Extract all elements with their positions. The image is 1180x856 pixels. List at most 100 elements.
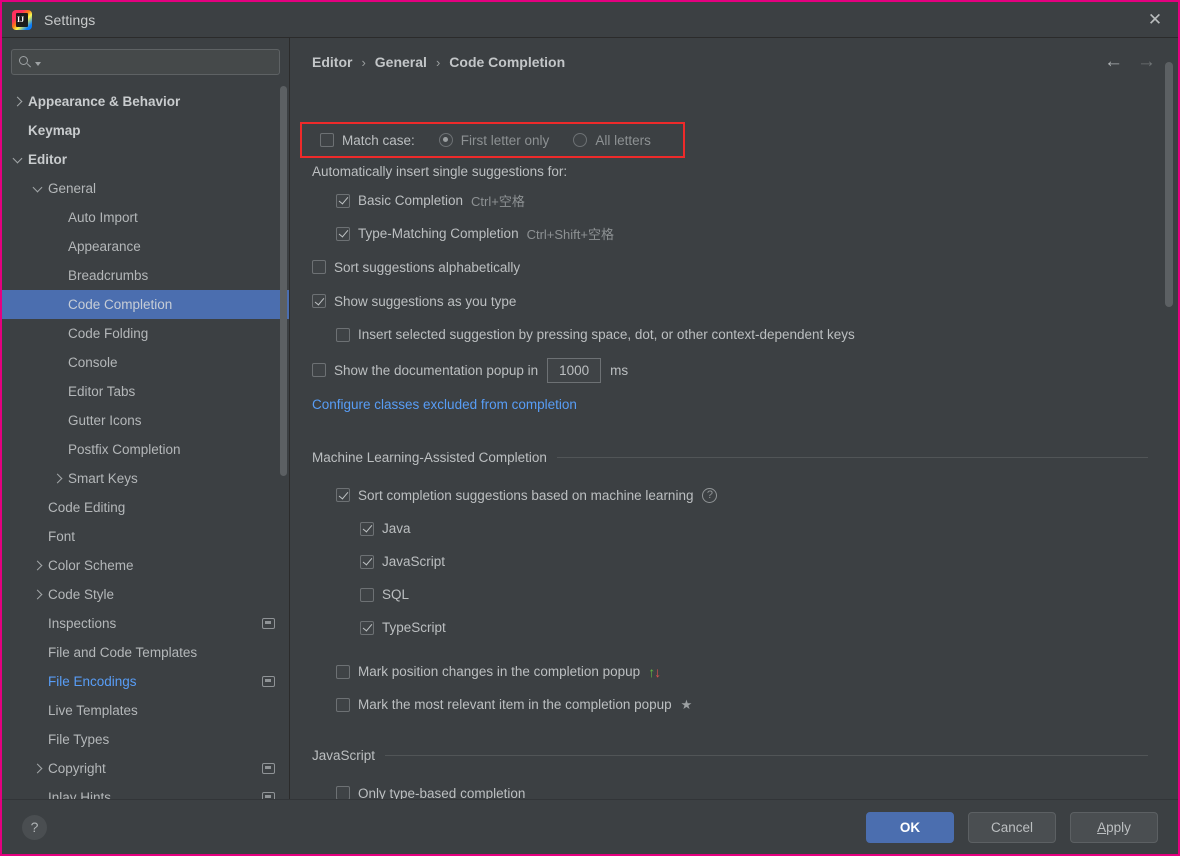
chevron-right-icon[interactable] — [32, 589, 44, 601]
sidebar-item-label: File and Code Templates — [48, 645, 198, 660]
apply-rest: pply — [1106, 819, 1131, 835]
sidebar-item-breadcrumbs[interactable]: Breadcrumbs — [2, 261, 289, 290]
sidebar-item-file-encodings[interactable]: File Encodings — [2, 667, 289, 696]
mark-relevant-checkbox[interactable] — [336, 697, 350, 712]
sidebar-item-editor[interactable]: Editor — [2, 145, 289, 174]
sidebar-item-inspections[interactable]: Inspections — [2, 609, 289, 638]
content-scrollbar[interactable] — [1165, 62, 1173, 307]
sidebar-item-editor-tabs[interactable]: Editor Tabs — [2, 377, 289, 406]
sidebar-item-code-completion[interactable]: Code Completion — [2, 290, 289, 319]
first-letter-only-radio[interactable] — [438, 133, 453, 147]
mark-position-checkbox[interactable] — [336, 664, 350, 679]
sidebar-item-color-scheme[interactable]: Color Scheme — [2, 551, 289, 580]
help-circle-icon[interactable]: ? — [702, 487, 718, 503]
sidebar-item-label: Color Scheme — [48, 558, 134, 573]
cancel-button[interactable]: Cancel — [968, 811, 1056, 843]
arrow-right-icon[interactable]: → — [1137, 52, 1156, 71]
sidebar-item-file-types[interactable]: File Types — [2, 725, 289, 754]
project-scope-icon — [262, 676, 275, 687]
sidebar-item-general[interactable]: General — [2, 174, 289, 203]
arrow-left-icon[interactable]: ← — [1104, 52, 1123, 71]
sidebar-item-label: File Types — [48, 732, 110, 747]
type-based-completion-checkbox[interactable] — [336, 786, 350, 799]
ok-button[interactable]: OK — [866, 811, 954, 843]
chevron-right-icon[interactable] — [32, 560, 44, 572]
ml-typescript-checkbox[interactable] — [360, 620, 374, 635]
project-scope-icon — [262, 763, 275, 774]
sidebar-item-postfix-completion[interactable]: Postfix Completion — [2, 435, 289, 464]
doc-popup-delay-input[interactable]: 1000 — [547, 357, 602, 383]
ml-sql-checkbox[interactable] — [360, 587, 374, 602]
sidebar-item-copyright[interactable]: Copyright — [2, 754, 289, 783]
chevron-right-icon[interactable] — [12, 96, 24, 108]
apply-button[interactable]: Apply — [1070, 811, 1158, 843]
sidebar-item-code-style[interactable]: Code Style — [2, 580, 289, 609]
sidebar-item-file-and-code-templates[interactable]: File and Code Templates — [2, 638, 289, 667]
doc-popup-row: Show the documentation popup in 1000 ms — [312, 351, 1148, 389]
insert-on-space-checkbox[interactable] — [336, 327, 350, 342]
sidebar-item-appearance[interactable]: Appearance — [2, 232, 289, 261]
sidebar-item-auto-import[interactable]: Auto Import — [2, 203, 289, 232]
breadcrumb-part-code-completion[interactable]: Code Completion — [449, 54, 565, 70]
sidebar-item-gutter-icons[interactable]: Gutter Icons — [2, 406, 289, 435]
ml-section-title: Machine Learning-Assisted Completion — [312, 449, 547, 465]
type-matching-completion-checkbox[interactable] — [336, 226, 350, 241]
all-letters-radio[interactable] — [573, 133, 588, 147]
type-based-label-post: ompletion — [466, 785, 526, 800]
chevron-right-icon[interactable] — [32, 763, 44, 775]
close-icon[interactable]: ✕ — [1132, 2, 1178, 37]
help-icon[interactable]: ? — [22, 814, 47, 840]
configure-excluded-classes-link[interactable]: Configure classes excluded from completi… — [312, 397, 577, 412]
all-letters-label: All letters — [595, 132, 651, 148]
breadcrumb-separator: › — [435, 54, 441, 70]
breadcrumb-part-editor[interactable]: Editor — [312, 54, 352, 70]
title-bar: Settings ✕ — [2, 2, 1178, 38]
sidebar-item-label: Code Editing — [48, 500, 126, 515]
chevron-right-icon[interactable] — [52, 473, 64, 485]
ml-typescript-label: TypeScript — [382, 620, 446, 635]
doc-popup-checkbox[interactable] — [312, 363, 326, 377]
sort-ml-checkbox[interactable] — [336, 488, 350, 502]
sidebar-item-smart-keys[interactable]: Smart Keys — [2, 464, 289, 493]
chevron-down-icon[interactable] — [12, 154, 24, 166]
search-input[interactable] — [41, 54, 279, 70]
type-matching-completion-shortcut: Ctrl+Shift+空格 — [526, 227, 614, 242]
window-title: Settings — [44, 11, 96, 28]
show-as-you-type-checkbox[interactable] — [312, 294, 326, 308]
sidebar-item-console[interactable]: Console — [2, 348, 289, 377]
doc-popup-unit-label: ms — [610, 362, 629, 378]
sort-alphabetically-checkbox[interactable] — [312, 260, 326, 274]
breadcrumb-separator: › — [361, 54, 366, 70]
breadcrumb-part-general[interactable]: General — [375, 54, 427, 70]
sidebar-item-label: Appearance & Behavior — [28, 94, 181, 109]
search-box[interactable] — [11, 49, 280, 75]
sidebar-item-code-editing[interactable]: Code Editing — [2, 493, 289, 522]
chevron-down-icon[interactable] — [32, 183, 44, 195]
sidebar-item-live-templates[interactable]: Live Templates — [2, 696, 289, 725]
sidebar-item-appearance-behavior[interactable]: Appearance & Behavior — [2, 87, 289, 116]
sidebar-item-keymap[interactable]: Keymap — [2, 116, 289, 145]
ml-java-checkbox[interactable] — [360, 521, 374, 536]
sidebar-item-label: Console — [68, 355, 118, 370]
sidebar-item-code-folding[interactable]: Code Folding — [2, 319, 289, 348]
sidebar-item-label: Auto Import — [68, 210, 138, 225]
ml-javascript-checkbox[interactable] — [360, 554, 374, 569]
mark-position-row: Mark position changes in the completion … — [312, 655, 1148, 688]
sidebar-item-font[interactable]: Font — [2, 522, 289, 551]
match-case-checkbox[interactable] — [320, 133, 334, 147]
basic-completion-checkbox[interactable] — [336, 193, 350, 208]
sidebar-scrollbar[interactable] — [280, 86, 287, 476]
settings-sidebar: Appearance & Behavior Keymap Editor General… — [2, 38, 290, 799]
auto-insert-header-row: Automatically insert single suggestions … — [312, 158, 1148, 184]
show-as-you-type-row: Show suggestions as you type — [312, 284, 1148, 318]
sidebar-item-label: Gutter Icons — [68, 413, 142, 428]
sidebar-item-inlay-hints[interactable]: Inlay Hints — [2, 783, 289, 799]
excluded-classes-row: Configure classes excluded from completi… — [312, 389, 1148, 419]
